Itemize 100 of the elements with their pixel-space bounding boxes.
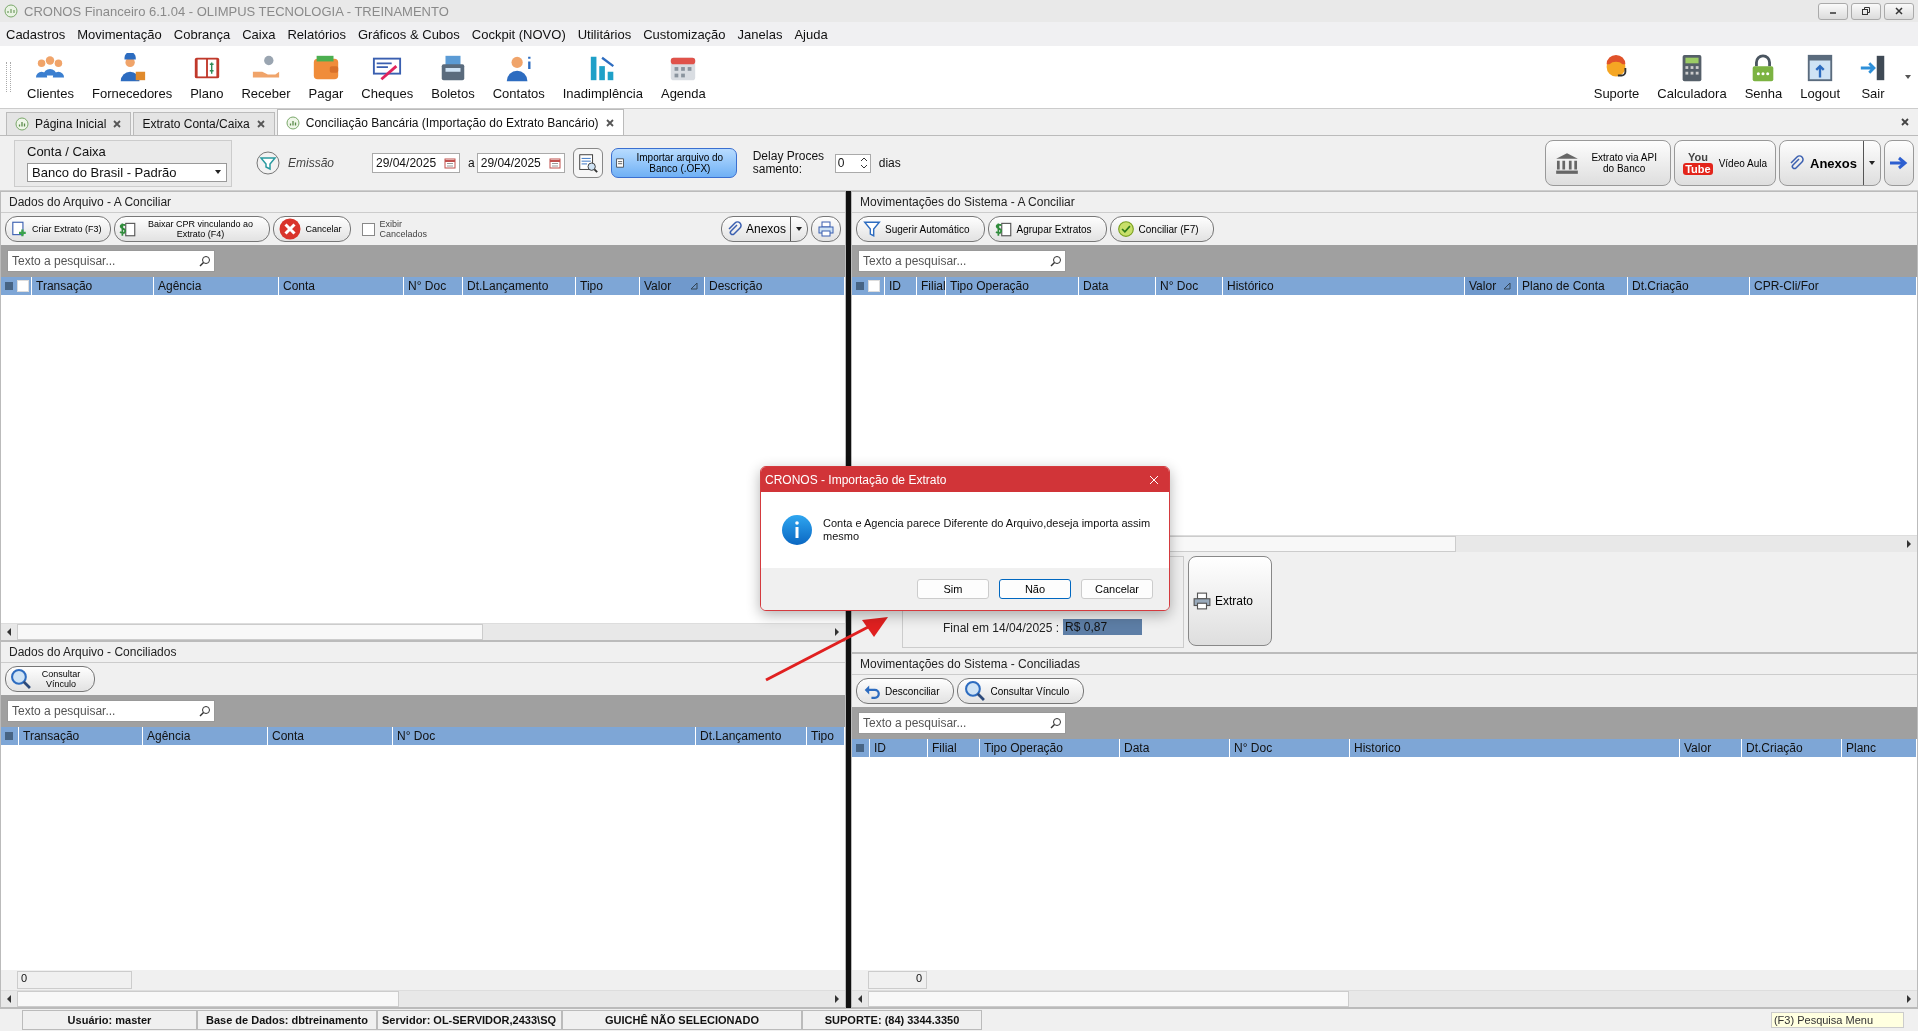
dialog-title: CRONOS - Importação de Extrato: [765, 472, 947, 487]
search-icon[interactable]: [1050, 717, 1062, 729]
api-statement-button[interactable]: Extrato via API do Banco: [1545, 140, 1672, 186]
toolbar-button[interactable]: Cancelar: [272, 216, 351, 242]
attachments-button[interactable]: Anexos: [1779, 140, 1881, 186]
menu-item[interactable]: Relatórios: [287, 26, 346, 42]
horizontal-scrollbar[interactable]: [1, 990, 845, 1007]
close-icon[interactable]: [112, 119, 123, 129]
dialog-button[interactable]: Não: [999, 579, 1071, 599]
search-icon[interactable]: [1050, 255, 1062, 267]
search-field[interactable]: Texto a pesquisar...: [858, 712, 1066, 734]
search-document-button[interactable]: [572, 148, 603, 178]
close-icon: [1894, 6, 1904, 16]
toolbar-button[interactable]: Conciliar (F7): [1109, 216, 1214, 242]
balance-value: R$ 0,87: [1063, 619, 1143, 635]
select-all-checkbox[interactable]: [868, 280, 880, 292]
panel-title: Movimentações do Sistema - A Conciliar: [852, 192, 1917, 213]
toolbar-button[interactable]: Suporte: [1585, 51, 1648, 103]
search-field[interactable]: Texto a pesquisar...: [7, 250, 215, 272]
toolbar-button[interactable]: Receber: [233, 51, 299, 103]
close-icon[interactable]: [604, 117, 615, 128]
import-button[interactable]: Importar arquivo do Banco (.OFX): [610, 148, 737, 178]
menu-item[interactable]: Cockpit (NOVO): [471, 26, 566, 42]
tab[interactable]: Extrato Conta/Caixa: [133, 112, 275, 135]
menu-item[interactable]: Caixa: [242, 26, 276, 42]
calendar-icon[interactable]: [444, 157, 456, 169]
menu-item[interactable]: Ajuda: [794, 26, 828, 42]
toolbar-button[interactable]: Calculadora: [1649, 51, 1735, 103]
restore-button[interactable]: [1851, 2, 1881, 20]
close-icon[interactable]: [255, 119, 266, 129]
toolbar-button[interactable]: Sair: [1850, 51, 1896, 103]
menu-item[interactable]: Gráficos & Cubos: [357, 26, 460, 42]
search-icon[interactable]: [199, 705, 211, 717]
toolbar-button[interactable]: Criar Extrato (F3): [5, 216, 111, 242]
search-field[interactable]: Texto a pesquisar...: [7, 700, 215, 722]
funnel-icon[interactable]: [256, 151, 280, 175]
toolbar-button[interactable]: Consultar Vínculo: [5, 666, 95, 692]
toolbar-button[interactable]: Inadimplência: [554, 51, 651, 103]
toolbar-button[interactable]: Plano: [182, 51, 232, 103]
caret-icon: [1868, 160, 1876, 166]
footer-count: 0: [17, 971, 132, 989]
account-dropdown[interactable]: Banco do Brasil - Padrão: [27, 162, 227, 182]
status-field: Usuário: master: [22, 1010, 197, 1030]
toolbar-button[interactable]: Cheques: [353, 51, 422, 103]
menu-item[interactable]: Cobrança: [173, 26, 231, 42]
toolbar-overflow-icon[interactable]: [1904, 74, 1912, 80]
menu-item[interactable]: Cadastros: [6, 26, 66, 42]
menu-item[interactable]: Customização: [643, 26, 726, 42]
column-header[interactable]: Valor: [1465, 277, 1518, 295]
statement-button[interactable]: Extrato: [1188, 556, 1272, 646]
menu-item[interactable]: Utilitários: [577, 26, 632, 42]
tab[interactable]: Página Inicial: [6, 112, 132, 135]
app-logo-icon: [4, 4, 18, 18]
status-field: GUICHÊ NÃO SELECIONADO: [562, 1010, 802, 1030]
dialog-message: Conta e Agencia parece Diferente do Arquivo,deseja importa assim mesmo: [823, 517, 1151, 543]
minimize-button[interactable]: [1818, 2, 1848, 20]
horizontal-scrollbar[interactable]: [1, 623, 845, 640]
toolbar-button[interactable]: Logout: [1792, 51, 1848, 103]
toolbar-button[interactable]: Clientes: [19, 51, 82, 103]
print-button[interactable]: [811, 216, 841, 242]
toolbar-button[interactable]: Baixar CPR vinculando ao Extrato (F4): [113, 216, 270, 242]
menu-item[interactable]: Janelas: [737, 26, 783, 42]
dialog-button[interactable]: Sim: [917, 579, 989, 599]
toolbar-button[interactable]: Boletos: [423, 51, 483, 103]
close-button[interactable]: [1884, 2, 1914, 20]
toolbar-button[interactable]: Consultar Vínculo: [957, 678, 1085, 704]
menu-item[interactable]: Movimentação: [77, 26, 162, 42]
checkbox[interactable]: [361, 222, 375, 236]
toolbar-button[interactable]: Contatos: [484, 51, 553, 103]
status-field: SUPORTE: (84) 3344.3350: [802, 1010, 982, 1030]
next-button[interactable]: [1884, 140, 1914, 186]
toolbar-button[interactable]: Agrupar Extratos: [987, 216, 1107, 242]
attachments-button[interactable]: Anexos: [720, 216, 808, 242]
search-icon[interactable]: [199, 255, 211, 267]
date-field[interactable]: 29/04/2025: [476, 153, 565, 173]
delay-unit: dias: [878, 156, 901, 170]
toolbar-button[interactable]: Agenda: [652, 51, 714, 103]
toolbar-button[interactable]: Senha: [1736, 51, 1791, 103]
delay-spinner[interactable]: 0: [834, 153, 871, 173]
caret-icon: [795, 226, 803, 232]
search-field[interactable]: Texto a pesquisar...: [858, 250, 1066, 272]
dialog-button[interactable]: Cancelar: [1081, 579, 1153, 599]
add-document-icon: [10, 220, 28, 238]
status-field: Base de Dados: dbtreinamento: [197, 1010, 377, 1030]
close-icon[interactable]: [1900, 117, 1910, 127]
magnifier-icon: [10, 668, 32, 690]
toolbar-button[interactable]: Fornecedores: [83, 51, 181, 103]
toolbar-button[interactable]: Sugerir Automático: [856, 216, 985, 242]
tab[interactable]: Conciliação Bancária (Importação do Extrato Bancário): [276, 109, 624, 135]
toolbar-button[interactable]: Pagar: [300, 51, 352, 103]
horizontal-scrollbar[interactable]: [852, 990, 1917, 1007]
select-all-checkbox[interactable]: [17, 280, 29, 292]
column-header[interactable]: Valor: [640, 277, 705, 295]
calendar-icon[interactable]: [548, 157, 561, 169]
document-icon: [615, 156, 624, 170]
toolbar-button[interactable]: Desconciliar: [856, 678, 955, 704]
spinner-arrows-icon[interactable]: [859, 156, 868, 170]
sort-indicator-icon: [690, 282, 698, 290]
date-label: Emissão: [288, 156, 334, 170]
date-field[interactable]: 29/04/2025: [372, 153, 460, 173]
